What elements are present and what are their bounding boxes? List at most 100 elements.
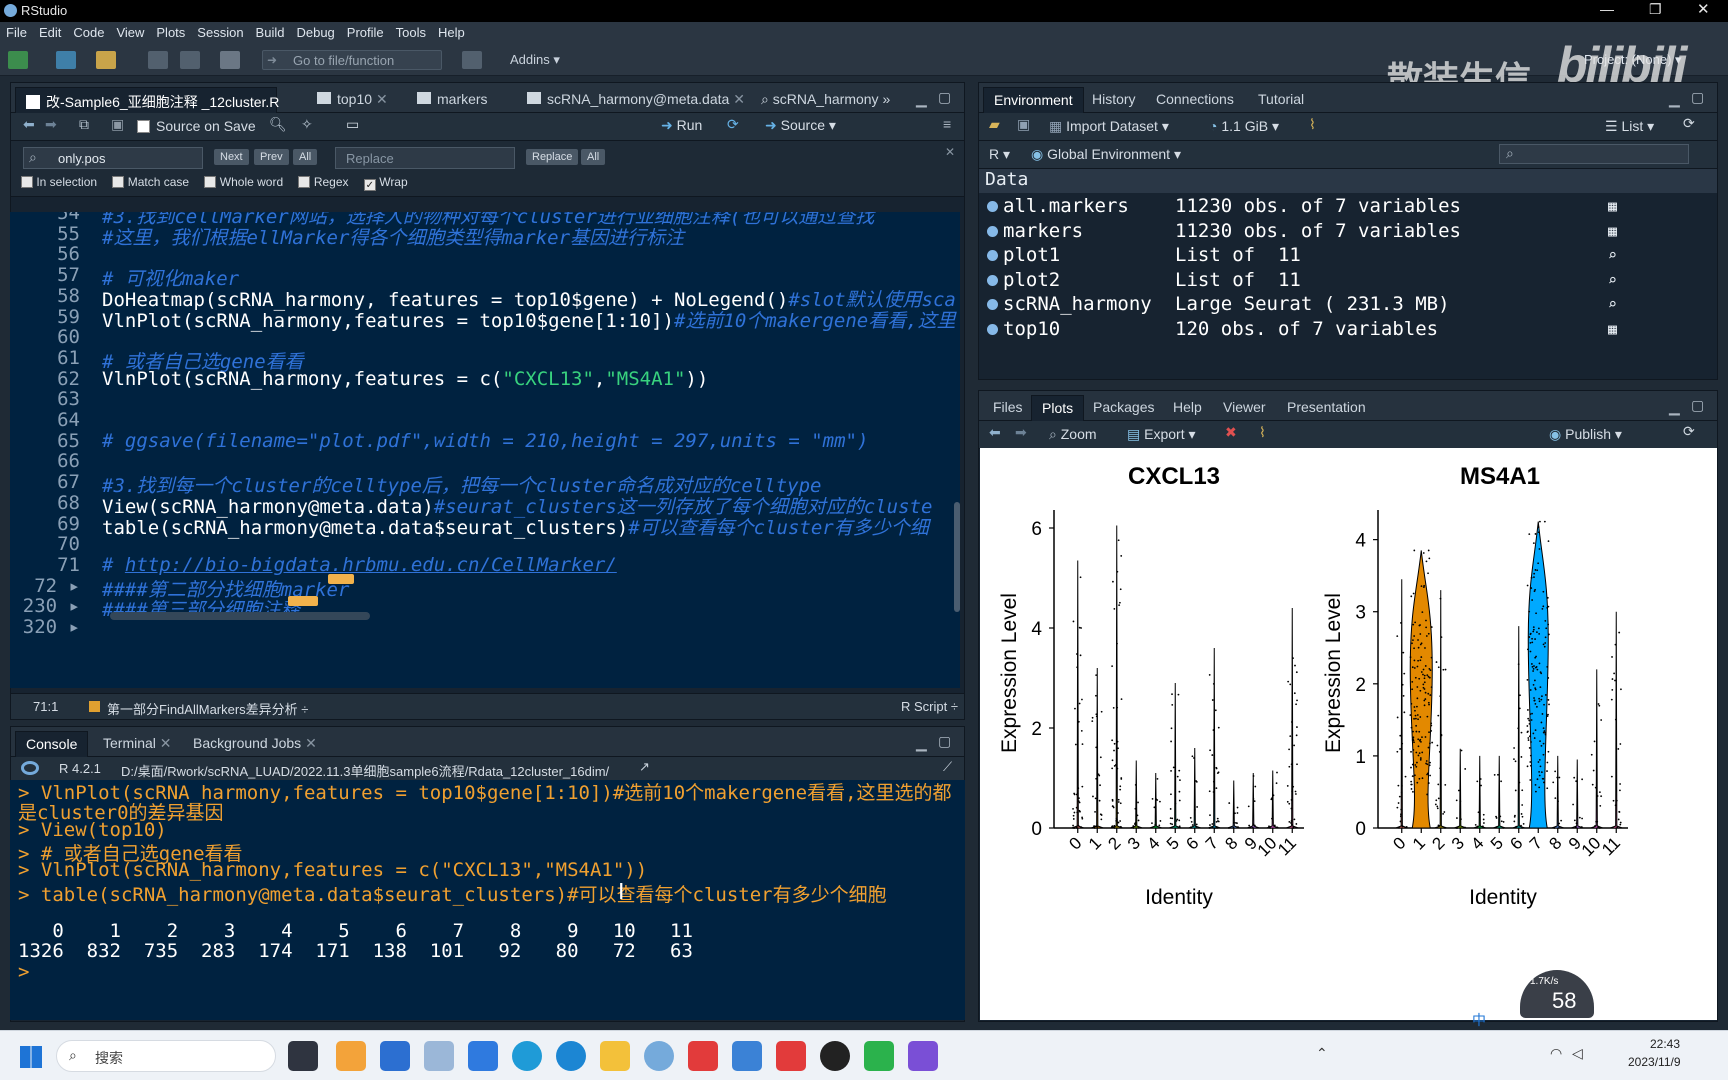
maximize-button[interactable]: ❐	[1649, 1, 1662, 18]
ime-indicator[interactable]: 中	[1472, 1010, 1486, 1030]
view-table-icon[interactable]: ▦	[1608, 320, 1617, 338]
section-selector[interactable]: 第一部分FindAllMarkers差异分析 ÷	[107, 699, 308, 718]
tab-viewer[interactable]: Viewer	[1213, 395, 1276, 421]
print-icon[interactable]	[220, 51, 240, 69]
hscrollbar[interactable]	[110, 612, 370, 620]
language-selector[interactable]: R ▾	[989, 146, 1010, 163]
youdao-icon[interactable]	[776, 1041, 806, 1071]
maximize-pane-icon[interactable]: ▢	[1691, 397, 1704, 414]
refresh-icon[interactable]: ⟳	[1683, 115, 1695, 132]
maximize-pane-icon[interactable]: ▢	[1691, 89, 1704, 106]
app-icon-6[interactable]	[908, 1041, 938, 1071]
tray-wifi-icon[interactable]: ◠	[1550, 1045, 1562, 1062]
source-on-save-checkbox[interactable]	[137, 120, 150, 133]
close-find-icon[interactable]: ✕	[945, 145, 955, 159]
view-table-icon[interactable]: ▦	[1608, 222, 1617, 240]
tab-tutorial[interactable]: Tutorial	[1248, 87, 1314, 113]
open-file-icon[interactable]	[96, 51, 116, 69]
back-arrow-icon[interactable]: ⬅	[23, 116, 35, 133]
app-icon-2[interactable]	[380, 1041, 410, 1071]
clear-plots-icon[interactable]: ⌇	[1259, 424, 1266, 441]
maximize-pane-icon[interactable]: ▢	[938, 733, 951, 750]
tab-markers[interactable]: markers	[407, 87, 498, 113]
rstudio-taskbar-icon[interactable]	[644, 1041, 674, 1071]
env-row[interactable]: markers 11230 obs. of 7 variables ▦	[981, 220, 1717, 246]
minimize-button[interactable]: —	[1600, 1, 1614, 17]
app-icon-3[interactable]	[424, 1041, 454, 1071]
compile-report-icon[interactable]: ▭	[346, 116, 359, 133]
more-tabs-icon[interactable]: »	[882, 91, 890, 107]
forward-arrow-icon[interactable]: ➡	[45, 116, 57, 133]
notepad-icon[interactable]	[732, 1041, 762, 1071]
find-input[interactable]: ⌕ only.pos	[23, 147, 203, 169]
rerun-icon[interactable]: ⟳	[727, 116, 739, 133]
minimize-pane-icon[interactable]: ▁	[1669, 399, 1680, 416]
find-next-button[interactable]: Next	[214, 149, 249, 165]
replace-button[interactable]: Replace	[526, 149, 579, 165]
source-button[interactable]: ➜ Source ▾	[765, 117, 836, 134]
clock-date[interactable]: 2023/11/9	[1628, 1055, 1681, 1069]
clear-console-icon[interactable]: ⟋	[943, 759, 952, 775]
grid-layout-icon[interactable]	[462, 51, 482, 69]
taskbar-search[interactable]: ⌕ 搜索	[56, 1040, 276, 1072]
expand-icon[interactable]	[987, 225, 998, 237]
recorder-icon[interactable]	[820, 1041, 850, 1071]
close-icon[interactable]: ✕	[376, 91, 388, 107]
file-explorer-icon[interactable]	[600, 1041, 630, 1071]
import-dataset-button[interactable]: ▦ Import Dataset ▾	[1049, 118, 1169, 135]
tab-connections[interactable]: Connections	[1146, 87, 1244, 113]
list-view-selector[interactable]: ☰ List ▾	[1605, 118, 1654, 135]
scope-selector[interactable]: ◉ Global Environment ▾	[1031, 146, 1181, 163]
minimize-pane-icon[interactable]: ▁	[1669, 91, 1680, 108]
view-table-icon[interactable]: ▦	[1608, 197, 1617, 215]
tab-top10[interactable]: top10 ✕	[307, 87, 398, 113]
tab-history[interactable]: History	[1082, 87, 1146, 113]
expand-icon[interactable]	[987, 274, 998, 286]
tab-packages[interactable]: Packages	[1083, 395, 1164, 421]
tab-background-jobs[interactable]: Background Jobs ✕	[183, 731, 327, 757]
view-object-icon[interactable]: ⌕	[1608, 246, 1617, 264]
tab-meta-data[interactable]: scRNA_harmony@meta.data ✕	[517, 87, 755, 113]
tab-presentation[interactable]: Presentation	[1277, 395, 1376, 421]
windows-start-icon[interactable]	[20, 1046, 42, 1068]
close-button[interactable]: ✕	[1697, 0, 1710, 18]
expand-icon[interactable]	[987, 250, 998, 262]
tab-scrna-harmony[interactable]: ⌕ scRNA_harmony »	[751, 87, 900, 113]
tray-volume-icon[interactable]: ◁	[1572, 1045, 1583, 1062]
find-icon[interactable]: 🔍︎	[269, 116, 287, 133]
env-row[interactable]: top10 120 obs. of 7 variables ▦	[981, 318, 1717, 344]
minimize-pane-icon[interactable]: ▁	[916, 91, 927, 108]
tab-console[interactable]: Console	[15, 731, 89, 757]
menu-build[interactable]: Build	[250, 22, 291, 40]
editor-scrollbar[interactable]	[954, 502, 960, 612]
tab-help[interactable]: Help	[1163, 395, 1212, 421]
match-case-checkbox[interactable]	[112, 176, 125, 188]
regex-checkbox[interactable]	[298, 176, 311, 188]
menu-profile[interactable]: Profile	[341, 22, 390, 40]
menu-code[interactable]: Code	[67, 22, 110, 40]
console-output[interactable]: > VlnPlot(scRNA_harmony,features = top10…	[10, 780, 965, 1020]
whole-word-checkbox[interactable]	[204, 176, 217, 188]
publish-button[interactable]: ◉ Publish ▾	[1549, 426, 1622, 443]
run-button[interactable]: ➜ Run	[661, 117, 702, 134]
tab-plots[interactable]: Plots	[1031, 395, 1085, 421]
remove-plot-icon[interactable]: ✖	[1225, 424, 1237, 441]
env-row[interactable]: scRNA_harmony Large Seurat ( 231.3 MB) ⌕	[981, 293, 1717, 319]
replace-all-button[interactable]: All	[581, 149, 606, 165]
fold-marker-230[interactable]	[288, 596, 318, 606]
find-prev-button[interactable]: Prev	[254, 149, 289, 165]
code-editor[interactable]: 54 #3.找到cellMarker网站，选择人的物种对每个cluster进行亚细…	[10, 212, 960, 688]
close-icon[interactable]: ✕	[160, 735, 172, 751]
goto-dir-icon[interactable]: ↗	[639, 759, 650, 775]
menu-file[interactable]: File	[0, 22, 33, 40]
minimize-pane-icon[interactable]: ▁	[916, 735, 927, 752]
tab-script[interactable]: 改-Sample6_亚细胞注释 _12cluster.R	[15, 87, 279, 113]
find-all-button[interactable]: All	[293, 149, 318, 165]
menu-tools[interactable]: Tools	[390, 22, 432, 40]
view-object-icon[interactable]: ⌕	[1608, 271, 1617, 289]
tab-terminal[interactable]: Terminal ✕	[93, 731, 182, 757]
expand-icon[interactable]	[987, 299, 998, 311]
new-project-icon[interactable]	[56, 51, 76, 69]
app-icon-1[interactable]	[336, 1041, 366, 1071]
save-icon[interactable]	[148, 51, 168, 69]
